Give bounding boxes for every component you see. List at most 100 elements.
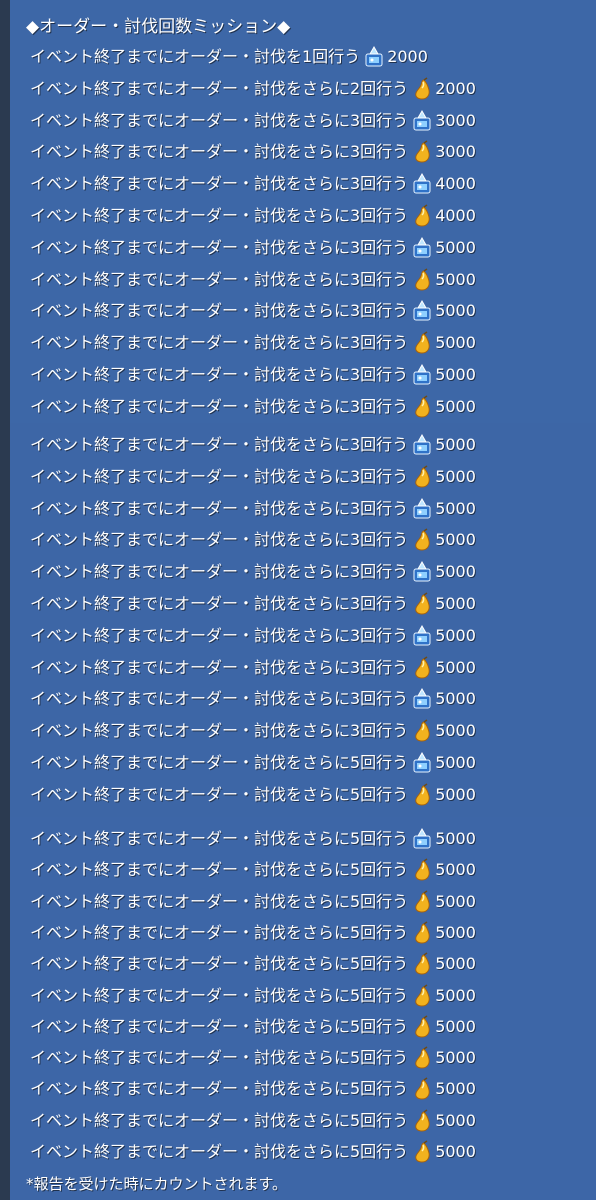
- mission-row: イベント終了までにオーダー・討伐をさらに3回行う 5000: [30, 495, 476, 521]
- crystal-icon: [411, 109, 433, 133]
- mission-row: イベント終了までにオーダー・討伐をさらに3回行う 5000: [30, 685, 476, 711]
- mission-row: イベント終了までにオーダー・討伐をさらに3回行う 5000: [30, 717, 476, 743]
- reward-amount: 4000: [435, 205, 476, 225]
- pear-icon: [411, 951, 433, 976]
- reward-amount: 5000: [435, 720, 476, 740]
- mission-text: イベント終了までにオーダー・討伐をさらに3回行う: [30, 173, 409, 193]
- reward-amount: 5000: [435, 1141, 476, 1161]
- pear-icon: [411, 983, 433, 1008]
- mission-text: イベント終了までにオーダー・討伐をさらに3回行う: [30, 364, 409, 384]
- mission-row: イベント終了までにオーダー・討伐をさらに3回行う 5000: [30, 234, 476, 260]
- panel-border-left: [0, 0, 10, 423]
- mission-text: イベント終了までにオーダー・討伐をさらに5回行う: [30, 784, 409, 804]
- reward-amount: 5000: [435, 1110, 476, 1130]
- mission-row: イベント終了までにオーダー・討伐をさらに5回行う 5000: [30, 1013, 476, 1039]
- mission-row: イベント終了までにオーダー・討伐をさらに5回行う 5000: [30, 825, 476, 851]
- pear-icon: [411, 1045, 433, 1070]
- mission-text: イベント終了までにオーダー・討伐をさらに3回行う: [30, 269, 409, 289]
- pear-icon: [411, 76, 433, 101]
- reward-amount: 2000: [387, 46, 428, 66]
- mission-row: イベント終了までにオーダー・討伐をさらに5回行う 5000: [30, 781, 476, 807]
- mission-text: イベント終了までにオーダー・討伐をさらに5回行う: [30, 1141, 409, 1161]
- mission-text: イベント終了までにオーダー・討伐をさらに5回行う: [30, 1078, 409, 1098]
- mission-row: イベント終了までにオーダー・討伐をさらに5回行う 5000: [30, 1107, 476, 1133]
- mission-text: イベント終了までにオーダー・討伐をさらに5回行う: [30, 1047, 409, 1067]
- mission-row: イベント終了までにオーダー・討伐をさらに5回行う 5000: [30, 1075, 476, 1101]
- reward-amount: 5000: [435, 237, 476, 257]
- mission-panel-middle: イベント終了までにオーダー・討伐をさらに3回行う 5000 イベント終了までにオーダ…: [0, 423, 596, 817]
- mission-row: イベント終了までにオーダー・討伐をさらに3回行う 3000: [30, 138, 476, 164]
- mission-row: イベント終了までにオーダー・討伐をさらに5回行う 5000: [30, 856, 476, 882]
- pear-icon: [411, 857, 433, 882]
- reward-amount: 5000: [435, 364, 476, 384]
- pear-icon: [411, 889, 433, 914]
- mission-row: イベント終了までにオーダー・討伐をさらに3回行う 5000: [30, 558, 476, 584]
- mission-text: イベント終了までにオーダー・討伐をさらに3回行う: [30, 593, 409, 613]
- reward-amount: 5000: [435, 396, 476, 416]
- mission-text: イベント終了までにオーダー・討伐をさらに3回行う: [30, 529, 409, 549]
- mission-text: イベント終了までにオーダー・討伐をさらに3回行う: [30, 498, 409, 518]
- reward-amount: 5000: [435, 625, 476, 645]
- mission-text: イベント終了までにオーダー・討伐をさらに3回行う: [30, 205, 409, 225]
- crystal-icon: [411, 363, 433, 387]
- mission-text: イベント終了までにオーダー・討伐をさらに5回行う: [30, 985, 409, 1005]
- reward-amount: 3000: [435, 110, 476, 130]
- pear-icon: [411, 655, 433, 680]
- mission-text: イベント終了までにオーダー・討伐をさらに5回行う: [30, 1110, 409, 1130]
- mission-text: イベント終了までにオーダー・討伐をさらに5回行う: [30, 828, 409, 848]
- mission-text: イベント終了までにオーダー・討伐を1回行う: [30, 46, 361, 66]
- pear-icon: [411, 139, 433, 164]
- mission-row: イベント終了までにオーダー・討伐をさらに5回行う 5000: [30, 888, 476, 914]
- reward-amount: 2000: [435, 78, 476, 98]
- mission-row: イベント終了までにオーダー・討伐をさらに3回行う 3000: [30, 107, 476, 133]
- crystal-icon: [411, 751, 433, 775]
- mission-text: イベント終了までにオーダー・討伐をさらに3回行う: [30, 434, 409, 454]
- pear-icon: [411, 330, 433, 355]
- mission-text: イベント終了までにオーダー・討伐をさらに3回行う: [30, 625, 409, 645]
- reward-amount: 5000: [435, 752, 476, 772]
- mission-text: イベント終了までにオーダー・討伐をさらに5回行う: [30, 922, 409, 942]
- mission-row: イベント終了までにオーダー・討伐をさらに3回行う 5000: [30, 266, 476, 292]
- pear-icon: [411, 1139, 433, 1164]
- mission-row: イベント終了までにオーダー・討伐をさらに3回行う 5000: [30, 590, 476, 616]
- mission-row: イベント終了までにオーダー・討伐をさらに3回行う 5000: [30, 393, 476, 419]
- mission-row: イベント終了までにオーダー・討伐をさらに3回行う 4000: [30, 202, 476, 228]
- reward-amount: 5000: [435, 859, 476, 879]
- reward-amount: 5000: [435, 434, 476, 454]
- reward-amount: 5000: [435, 332, 476, 352]
- reward-amount: 5000: [435, 1078, 476, 1098]
- mission-row: イベント終了までにオーダー・討伐をさらに3回行う 5000: [30, 463, 476, 489]
- mission-row: イベント終了までにオーダー・討伐をさらに5回行う 5000: [30, 1138, 476, 1164]
- mission-row: イベント終了までにオーダー・討伐をさらに5回行う 5000: [30, 950, 476, 976]
- mission-row: イベント終了までにオーダー・討伐をさらに3回行う 5000: [30, 526, 476, 552]
- mission-row: イベント終了までにオーダー・討伐を1回行う 2000: [30, 43, 428, 69]
- mission-row: イベント終了までにオーダー・討伐をさらに3回行う 5000: [30, 622, 476, 648]
- reward-amount: 5000: [435, 891, 476, 911]
- crystal-icon: [411, 624, 433, 648]
- mission-text: イベント終了までにオーダー・討伐をさらに5回行う: [30, 891, 409, 911]
- mission-row: イベント終了までにオーダー・討伐をさらに5回行う 5000: [30, 1044, 476, 1070]
- mission-text: イベント終了までにオーダー・討伐をさらに3回行う: [30, 300, 409, 320]
- mission-title: ◆オーダー・討伐回数ミッション◆: [26, 17, 291, 37]
- pear-icon: [411, 1076, 433, 1101]
- mission-text: イベント終了までにオーダー・討伐をさらに3回行う: [30, 657, 409, 677]
- pear-icon: [411, 1014, 433, 1039]
- reward-amount: 5000: [435, 1047, 476, 1067]
- mission-text: イベント終了までにオーダー・討伐をさらに3回行う: [30, 466, 409, 486]
- reward-amount: 5000: [435, 561, 476, 581]
- mission-text: イベント終了までにオーダー・討伐をさらに5回行う: [30, 953, 409, 973]
- pear-icon: [411, 718, 433, 743]
- reward-amount: 5000: [435, 1016, 476, 1036]
- reward-amount: 5000: [435, 784, 476, 804]
- mission-row: イベント終了までにオーダー・討伐をさらに5回行う 5000: [30, 919, 476, 945]
- reward-amount: 5000: [435, 985, 476, 1005]
- crystal-icon: [411, 299, 433, 323]
- reward-amount: 3000: [435, 141, 476, 161]
- reward-amount: 4000: [435, 173, 476, 193]
- mission-row: イベント終了までにオーダー・討伐をさらに2回行う 2000: [30, 75, 476, 101]
- mission-row: イベント終了までにオーダー・討伐をさらに3回行う 5000: [30, 431, 476, 457]
- pear-icon: [411, 920, 433, 945]
- crystal-icon: [411, 687, 433, 711]
- mission-row: イベント終了までにオーダー・討伐をさらに5回行う 5000: [30, 982, 476, 1008]
- pear-icon: [411, 591, 433, 616]
